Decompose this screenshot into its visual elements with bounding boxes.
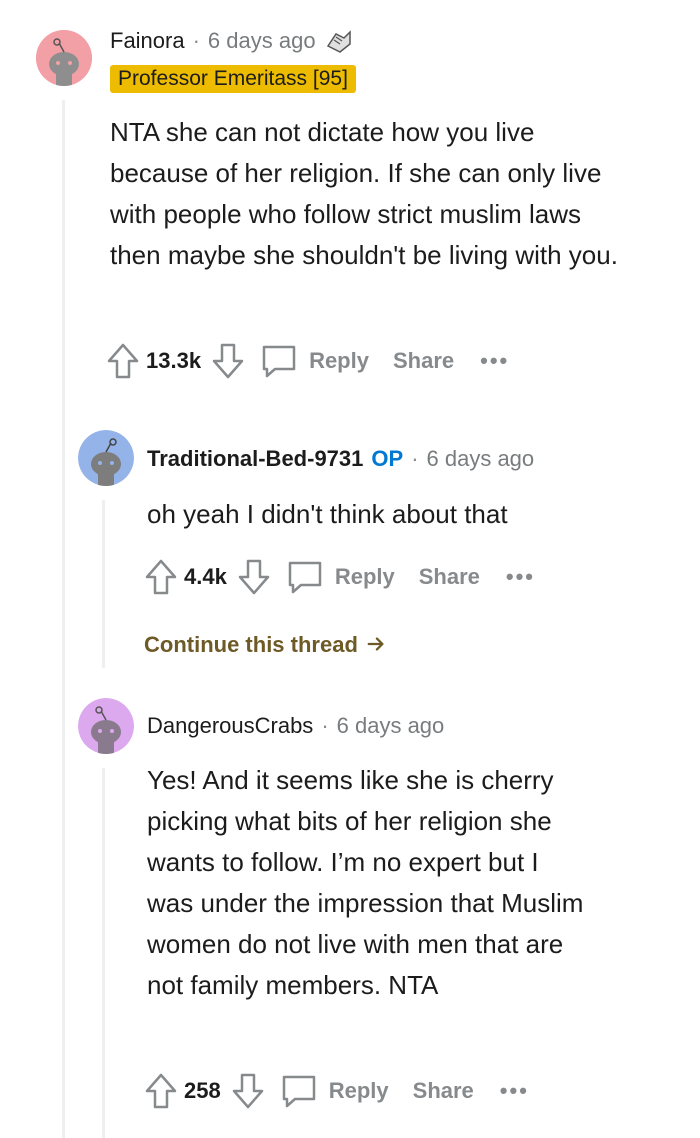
comment-body: NTA she can not dictate how you live bec… (110, 117, 618, 270)
username[interactable]: DangerousCrabs (147, 713, 313, 739)
separator-dot: · (321, 713, 329, 738)
more-options-button[interactable]: ••• (480, 348, 509, 374)
separator-dot: · (192, 28, 200, 53)
snoo-avatar-icon (78, 698, 134, 754)
comment-icon[interactable] (279, 1072, 319, 1110)
share-button[interactable]: Share (393, 348, 454, 374)
upvote-icon[interactable] (144, 1072, 178, 1110)
comment-meta: DangerousCrabs · 6 days ago (147, 713, 444, 739)
upvote-icon[interactable] (106, 342, 140, 380)
comment-icon[interactable] (259, 342, 299, 380)
award-icon[interactable] (324, 26, 354, 56)
upvote-icon[interactable] (144, 558, 178, 596)
timestamp[interactable]: 6 days ago (208, 28, 316, 54)
reply-button[interactable]: Reply (329, 1078, 389, 1104)
timestamp[interactable]: 6 days ago (337, 713, 445, 739)
comment-actions: 258 Reply Share ••• (144, 1072, 529, 1110)
vote-score: 4.4k (184, 564, 227, 589)
downvote-icon[interactable] (231, 1072, 265, 1110)
user-flair: Professor Emeritass [95] (110, 65, 356, 93)
avatar[interactable] (78, 698, 134, 754)
snoo-avatar-icon (78, 430, 134, 486)
comment-actions: 13.3k Reply Share ••• (106, 342, 509, 380)
avatar[interactable] (36, 30, 92, 86)
vote-score: 13.3k (146, 348, 202, 373)
reply-button[interactable]: Reply (335, 564, 395, 590)
continue-thread-label: Continue this thread (144, 632, 358, 657)
share-button[interactable]: Share (419, 564, 480, 590)
thread-line-reply-1[interactable] (102, 500, 105, 668)
comment-meta: Fainora · 6 days ago (110, 26, 354, 56)
arrow-right-icon (367, 637, 384, 651)
share-button[interactable]: Share (413, 1078, 474, 1104)
op-badge: OP (371, 446, 404, 471)
username[interactable]: Traditional-Bed-9731 (147, 446, 363, 472)
comment-icon[interactable] (285, 558, 325, 596)
thread-line-root[interactable] (62, 100, 65, 1138)
comment-meta: Traditional-Bed-9731 OP · 6 days ago (147, 446, 534, 472)
downvote-icon[interactable] (237, 558, 271, 596)
comment-body: oh yeah I didn't think about that (147, 499, 508, 529)
snoo-avatar-icon (36, 30, 92, 86)
vote-score: 258 (184, 1078, 221, 1103)
comment-body: Yes! And it seems like she is cherry pic… (147, 765, 584, 1000)
timestamp[interactable]: 6 days ago (427, 446, 535, 472)
username[interactable]: Fainora (110, 28, 185, 54)
more-options-button[interactable]: ••• (500, 1078, 529, 1104)
avatar[interactable] (78, 430, 134, 486)
comment-actions: 4.4k Reply Share ••• (144, 558, 535, 596)
downvote-icon[interactable] (211, 342, 245, 380)
continue-thread-link[interactable]: Continue this thread (144, 632, 386, 658)
reply-button[interactable]: Reply (309, 348, 369, 374)
more-options-button[interactable]: ••• (506, 564, 535, 590)
separator-dot: · (411, 446, 419, 471)
thread-line-reply-2[interactable] (102, 768, 105, 1138)
